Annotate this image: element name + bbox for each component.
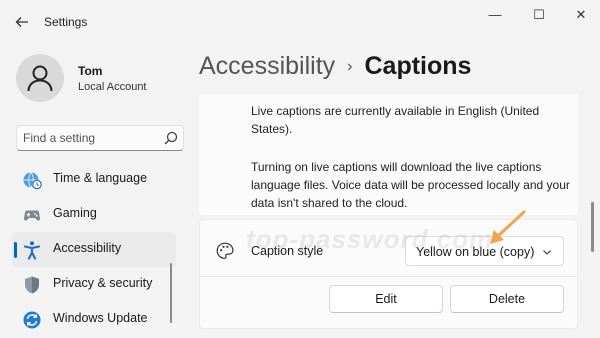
chevron-down-icon xyxy=(543,250,551,255)
search-icon[interactable] xyxy=(164,131,178,145)
title-bar: Settings — ☐ ✕ xyxy=(0,0,600,44)
minimize-button[interactable]: — xyxy=(480,5,510,25)
main-scrollbar[interactable] xyxy=(591,202,594,252)
sidebar-item-label: Accessibility xyxy=(53,241,122,255)
sidebar-item-privacy-security[interactable]: Privacy & security xyxy=(12,267,176,302)
user-name: Tom xyxy=(78,64,103,78)
gamepad-icon xyxy=(23,210,41,221)
sidebar-nav: Time & language Gaming Accessibility Pri… xyxy=(12,162,188,337)
search-input[interactable] xyxy=(23,130,153,146)
sidebar-item-windows-update[interactable]: Windows Update xyxy=(12,302,176,337)
sidebar-item-gaming[interactable]: Gaming xyxy=(12,197,176,232)
account-type: Local Account xyxy=(78,81,147,93)
back-arrow-icon xyxy=(15,17,28,27)
sidebar-scrollbar[interactable] xyxy=(170,263,172,323)
accessibility-icon xyxy=(23,241,41,260)
sidebar-item-label: Gaming xyxy=(53,206,97,220)
close-button[interactable]: ✕ xyxy=(566,5,596,25)
app-title: Settings xyxy=(44,15,88,29)
breadcrumb-separator: › xyxy=(347,58,353,75)
avatar xyxy=(16,54,64,102)
live-captions-info-card: Live captions are currently available in… xyxy=(199,94,578,215)
page-title: Captions xyxy=(364,52,472,80)
user-icon xyxy=(27,65,53,92)
breadcrumb-parent[interactable]: Accessibility xyxy=(199,52,335,80)
delete-button[interactable]: Delete xyxy=(450,285,564,313)
sidebar-item-label: Privacy & security xyxy=(53,276,153,290)
maximize-button[interactable]: ☐ xyxy=(524,5,554,25)
privacy-notice-text: Turning on live captions will download t… xyxy=(251,160,570,210)
active-indicator xyxy=(14,242,17,258)
language-availability-text: Live captions are currently available in… xyxy=(251,104,540,136)
globe-clock-icon xyxy=(23,172,42,190)
annotation-arrow-icon xyxy=(490,210,526,244)
search-box[interactable] xyxy=(16,125,184,151)
update-icon xyxy=(23,311,41,329)
sidebar-item-label: Time & language xyxy=(53,171,148,185)
palette-icon xyxy=(216,242,234,259)
caption-style-label: Caption style xyxy=(251,244,324,258)
sidebar-item-accessibility[interactable]: Accessibility xyxy=(12,232,176,267)
shield-icon xyxy=(25,276,39,294)
edit-button[interactable]: Edit xyxy=(329,285,443,313)
sidebar-item-time-language[interactable]: Time & language xyxy=(12,162,176,197)
divider xyxy=(200,276,577,277)
breadcrumb: Accessibility › Captions xyxy=(199,52,471,81)
back-button[interactable] xyxy=(12,12,32,32)
sidebar-item-label: Windows Update xyxy=(53,311,148,325)
